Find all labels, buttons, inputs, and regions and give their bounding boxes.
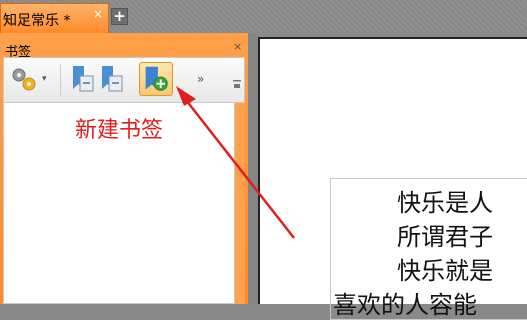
annotation-arrow xyxy=(176,86,295,239)
